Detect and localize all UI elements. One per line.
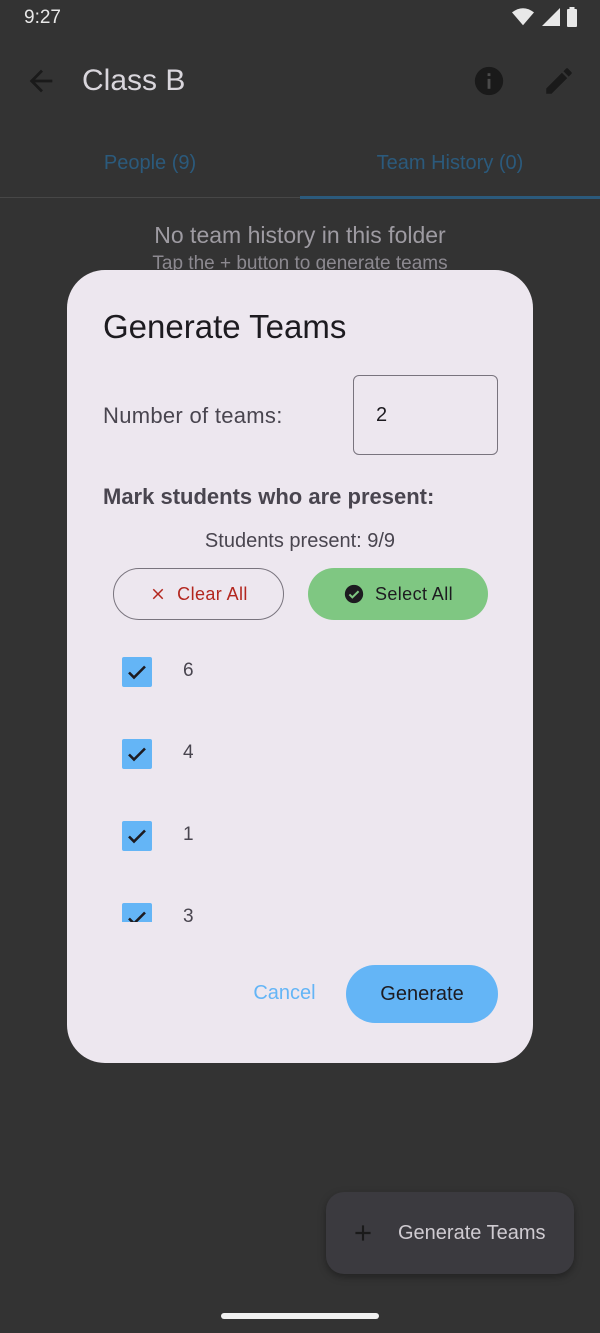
wifi-icon [512,8,534,26]
tab-team-history[interactable]: Team History (0) [300,128,600,198]
select-all-button[interactable]: Select All [308,568,488,620]
student-name: 3 [183,906,194,922]
clear-all-label: Clear All [177,583,248,604]
checkmark-icon [128,911,146,922]
tab-indicator [300,196,600,199]
student-name: 6 [183,660,194,681]
tab-people[interactable]: People (9) [0,128,300,198]
back-button[interactable] [24,64,58,98]
arrow-back-icon [29,69,53,93]
home-indicator[interactable] [221,1313,379,1319]
clear-all-button[interactable]: Clear All [113,568,284,620]
info-button[interactable] [472,64,506,98]
plus-icon [355,1225,371,1241]
student-checkbox[interactable] [122,821,152,851]
student-checkbox[interactable] [122,739,152,769]
student-row[interactable]: 1 [67,806,533,866]
info-icon [474,66,504,96]
checkmark-icon [128,829,146,844]
number-of-teams-label: Number of teams: [103,403,283,428]
empty-state-title: No team history in this folder [154,222,446,248]
status-bar: 9:27 [0,0,600,36]
student-row[interactable]: 6 [67,642,533,702]
students-present-count: Students present: 9/9 [204,530,396,552]
signal-icon [542,8,560,26]
app-bar: Class B [0,36,600,128]
battery-icon [567,7,577,27]
student-checkbox[interactable] [122,657,152,687]
status-time: 9:27 [24,7,61,28]
page-title: Class B [82,64,186,97]
status-icons [512,7,578,27]
edit-pencil-icon [546,68,572,94]
cancel-button[interactable]: Cancel [237,965,332,1021]
edit-button[interactable] [542,64,576,98]
student-row[interactable]: 3 [67,888,533,922]
fab-label: Generate Teams [398,1221,546,1244]
dialog-title: Generate Teams [103,308,347,345]
checkmark-icon [128,665,146,680]
generate-button[interactable]: Generate [346,965,498,1023]
generate-teams-fab[interactable]: Generate Teams [326,1192,574,1274]
close-icon [152,588,164,600]
checkmark-icon [128,747,146,762]
student-row[interactable]: 4 [67,724,533,784]
mark-present-label: Mark students who are present: [103,484,435,509]
student-list[interactable]: 6 4 1 3 [67,642,533,922]
check-circle-icon [344,584,364,604]
tab-bar: People (9) Team History (0) [0,128,600,199]
select-all-label: Select All [374,583,454,604]
student-name: 1 [183,824,194,845]
generate-teams-dialog: Generate Teams Number of teams: Mark stu… [67,270,533,1063]
student-name: 4 [183,742,194,763]
number-of-teams-input[interactable] [353,375,498,455]
student-checkbox[interactable] [122,903,152,922]
